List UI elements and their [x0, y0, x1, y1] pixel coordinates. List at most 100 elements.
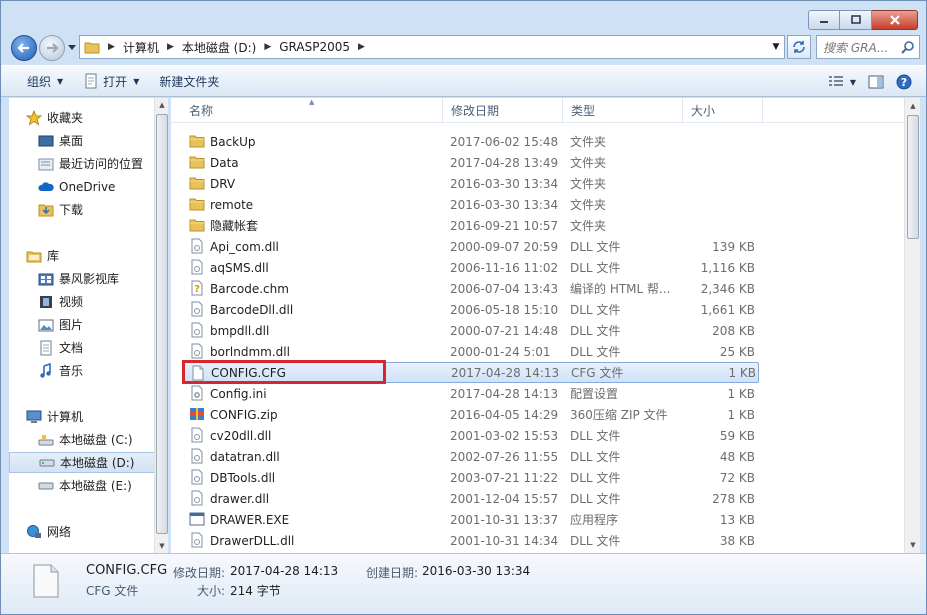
scroll-down-arrow[interactable]: ▼ — [905, 537, 921, 553]
column-header-size[interactable]: 大小 — [683, 98, 763, 123]
file-row[interactable]: BackUp 2017-06-02 15:48 文件夹 — [183, 131, 759, 152]
sidebar-item-libraries[interactable]: 库 — [25, 245, 155, 266]
file-name: drawer.dll — [210, 491, 270, 506]
column-header-type[interactable]: 类型 — [563, 98, 683, 123]
file-row[interactable]: cv20dll.dll 2001-03-02 15:53 DLL 文件 59 KB — [183, 425, 759, 446]
sidebar-item-favorites[interactable]: 收藏夹 — [25, 107, 155, 128]
file-row[interactable]: drawer.dll 2001-12-04 15:57 DLL 文件 278 KB — [183, 488, 759, 509]
file-row[interactable]: DRAWER.EXE 2001-10-31 13:37 应用程序 13 KB — [183, 509, 759, 530]
breadcrumb-separator[interactable]: ▶ — [352, 42, 371, 52]
sidebar-item-drive-e[interactable]: 本地磁盘 (E:) — [37, 475, 155, 496]
column-header-name[interactable]: 名称 — [181, 98, 443, 123]
scroll-up-arrow[interactable]: ▲ — [905, 98, 921, 114]
file-row[interactable]: ? Barcode.chm 2006-07-04 13:43 编译的 HTML 帮..… — [183, 278, 759, 299]
file-row[interactable]: Api_com.dll 2000-09-07 20:59 DLL 文件 139 KB — [183, 236, 759, 257]
details-modified-label: 修改日期: — [173, 566, 226, 580]
file-row[interactable]: CONFIG.zip 2016-04-05 14:29 360压缩 ZIP 文件 1 … — [183, 404, 759, 425]
navigation-pane-scrollbar[interactable]: ▲ ▼ — [154, 98, 168, 553]
file-row[interactable]: DrawerDLL.dll 2001-10-31 14:34 DLL 文件 38 KB — [183, 530, 759, 551]
change-view-button[interactable]: ▼ — [822, 70, 862, 94]
sidebar-item-pictures[interactable]: 图片 — [37, 314, 155, 335]
address-bar[interactable]: ▶ 计算机 ▶ 本地磁盘 (D:) ▶ GRASP2005 ▶ ▼ — [79, 35, 785, 59]
sidebar-item-recent[interactable]: 最近访问的位置 — [37, 153, 155, 174]
open-button[interactable]: 打开 ▼ — [73, 69, 149, 93]
breadcrumb-separator[interactable]: ▶ — [258, 42, 277, 52]
scrollbar-thumb[interactable] — [907, 115, 919, 239]
sidebar-item-desktop[interactable]: 桌面 — [37, 130, 155, 151]
sidebar-item-label: 本地磁盘 (D:) — [60, 456, 135, 470]
file-name: cv20dll.dll — [210, 428, 272, 443]
maximize-button[interactable] — [840, 10, 872, 30]
sidebar-item-storm-library[interactable]: 暴风影视库 — [37, 268, 155, 289]
file-name: aqSMS.dll — [210, 260, 269, 275]
file-row[interactable]: borlndmm.dll 2000-01-24 5:01 DLL 文件 25 KB — [183, 341, 759, 362]
forward-button[interactable] — [39, 35, 65, 61]
breadcrumb-grasp2005[interactable]: GRASP2005 — [277, 40, 352, 54]
preview-pane-button[interactable] — [862, 70, 890, 94]
file-type: DLL 文件 — [570, 492, 621, 506]
new-folder-button[interactable]: 新建文件夹 — [149, 69, 229, 93]
sidebar-item-music[interactable]: 音乐 — [37, 360, 155, 381]
file-row[interactable]: datatran.dll 2002-07-26 11:55 DLL 文件 48 KB — [183, 446, 759, 467]
sidebar-item-network[interactable]: 网络 — [25, 521, 155, 542]
system-drive-icon — [37, 432, 55, 448]
close-button[interactable] — [872, 10, 918, 30]
caption-buttons — [808, 10, 918, 30]
file-type: 360压缩 ZIP 文件 — [570, 408, 668, 422]
scrollbar-thumb[interactable] — [156, 114, 168, 534]
dll-file-icon — [189, 427, 205, 443]
sidebar-item-drive-c[interactable]: 本地磁盘 (C:) — [37, 429, 155, 450]
file-modified-date: 2003-07-21 11:22 — [450, 470, 559, 485]
sidebar-item-drive-d[interactable]: 本地磁盘 (D:) — [9, 452, 155, 473]
sidebar-item-onedrive[interactable]: OneDrive — [37, 176, 155, 197]
address-history-dropdown[interactable]: ▼ — [768, 42, 784, 52]
organize-button[interactable]: 组织 ▼ — [17, 69, 73, 93]
breadcrumb-separator[interactable]: ▶ — [102, 42, 121, 52]
refresh-button[interactable] — [787, 35, 811, 59]
file-row[interactable]: BarcodeDll.dll 2006-05-18 15:10 DLL 文件 1,66… — [183, 299, 759, 320]
file-row[interactable]: DRV 2016-03-30 13:34 文件夹 — [183, 173, 759, 194]
file-modified-date: 2016-03-30 13:34 — [450, 197, 559, 212]
sidebar-item-videos[interactable]: 视频 — [37, 291, 155, 312]
file-row[interactable]: Config.ini 2017-04-28 14:13 配置设置 1 KB — [183, 383, 759, 404]
file-row[interactable]: 隐藏帐套 2016-09-21 10:57 文件夹 — [183, 215, 759, 236]
dll-file-icon — [189, 532, 205, 548]
help-button[interactable]: ? — [890, 70, 918, 94]
details-file-name: CONFIG.CFG — [86, 563, 168, 578]
sidebar-item-label: 视频 — [59, 295, 84, 309]
file-row[interactable]: Data 2017-04-28 13:49 文件夹 — [183, 152, 759, 173]
file-list-scrollbar[interactable]: ▲ ▼ — [904, 98, 920, 553]
sidebar-item-label: 收藏夹 — [47, 111, 84, 125]
arrow-left-icon — [17, 43, 29, 53]
scroll-up-arrow[interactable]: ▲ — [155, 98, 169, 112]
breadcrumb-computer[interactable]: 计算机 — [121, 39, 161, 56]
file-type: DLL 文件 — [570, 324, 621, 338]
minimize-button[interactable] — [808, 10, 840, 30]
libraries-icon — [25, 248, 43, 264]
sidebar-item-computer[interactable]: 计算机 — [25, 406, 155, 427]
breadcrumb-separator[interactable]: ▶ — [161, 42, 180, 52]
file-size: 13 KB — [719, 512, 755, 527]
sidebar-item-label: 本地磁盘 (C:) — [59, 433, 133, 447]
sidebar-item-documents[interactable]: 文档 — [37, 337, 155, 358]
document-icon — [37, 340, 55, 356]
file-type: DLL 文件 — [570, 345, 621, 359]
scroll-down-arrow[interactable]: ▼ — [155, 539, 169, 553]
search-icon — [901, 41, 914, 54]
file-modified-date: 2016-04-05 14:29 — [450, 407, 559, 422]
file-row[interactable]: aqSMS.dll 2006-11-16 11:02 DLL 文件 1,116 KB — [183, 257, 759, 278]
breadcrumb-drive-d[interactable]: 本地磁盘 (D:) — [180, 39, 258, 56]
file-row[interactable]: DBTools.dll 2003-07-21 11:22 DLL 文件 72 KB — [183, 467, 759, 488]
new-folder-label: 新建文件夹 — [159, 74, 220, 89]
file-modified-date: 2017-04-28 14:13 — [451, 365, 560, 380]
file-row[interactable]: remote 2016-03-30 13:34 文件夹 — [183, 194, 759, 215]
recent-places-icon — [37, 156, 55, 172]
column-header-date[interactable]: 修改日期 — [443, 98, 563, 123]
recent-pages-button[interactable] — [67, 41, 77, 55]
file-row[interactable]: bmpdll.dll 2000-07-21 14:48 DLL 文件 208 KB — [183, 320, 759, 341]
sidebar-item-downloads[interactable]: 下载 — [37, 199, 155, 220]
cloud-icon — [37, 179, 55, 195]
search-box[interactable]: 搜索 GRA... — [816, 35, 920, 59]
back-button[interactable] — [11, 35, 37, 61]
file-size: 72 KB — [719, 470, 755, 485]
